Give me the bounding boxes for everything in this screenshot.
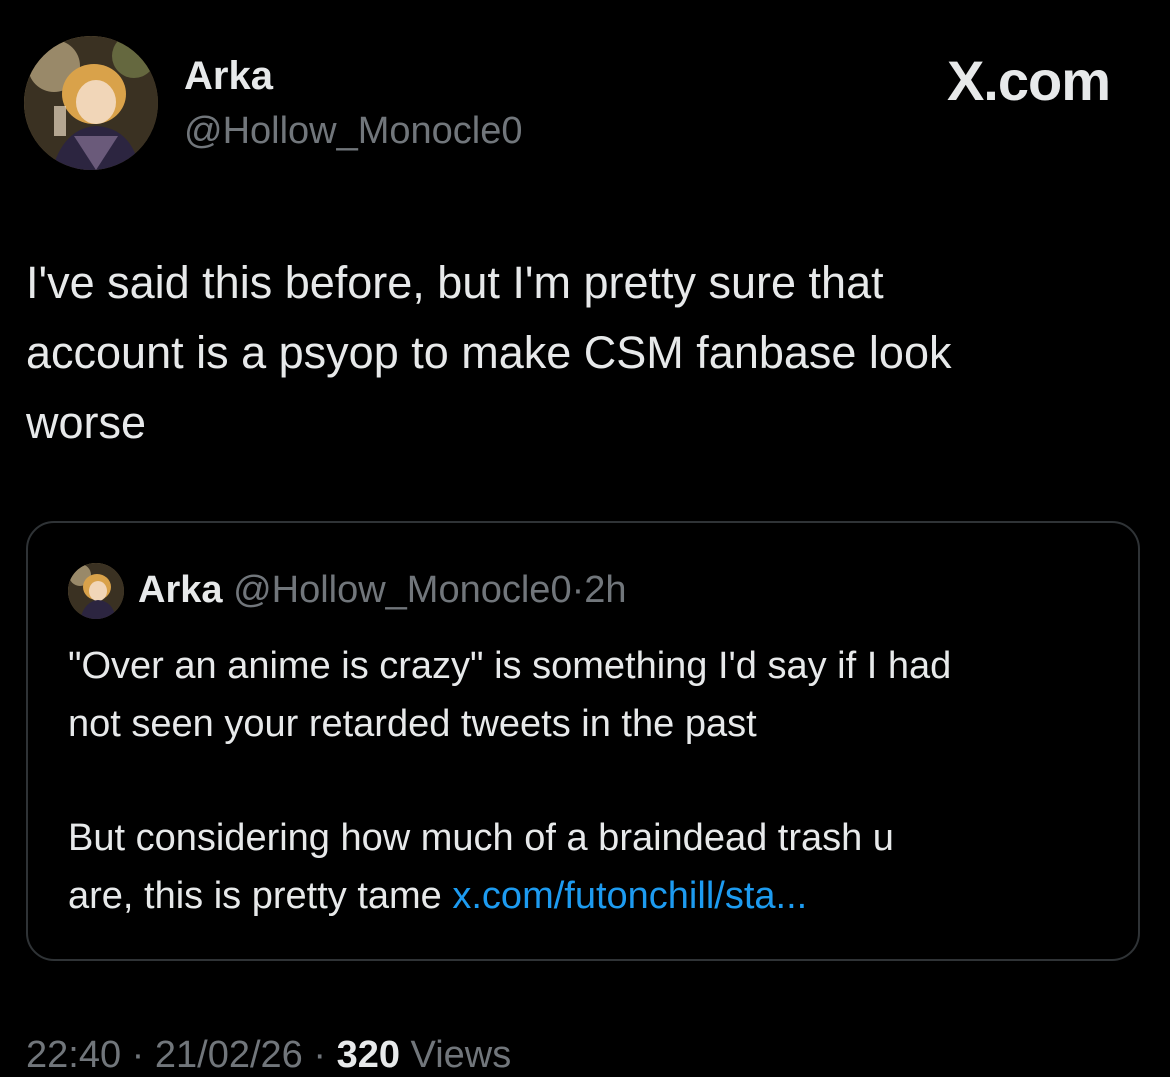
- author-name[interactable]: Arka: [184, 54, 273, 99]
- tweet-text-line: worse: [26, 397, 147, 448]
- author-avatar[interactable]: [24, 36, 158, 170]
- views-count: 320: [336, 1034, 400, 1076]
- quoted-author-handle[interactable]: @Hollow_Monocle0: [233, 569, 572, 611]
- meta-separator: ·: [571, 569, 585, 611]
- quoted-paragraph: "Over an anime is crazy" is something I'…: [68, 637, 1118, 753]
- quoted-text-line: are, this is pretty tame: [68, 875, 453, 917]
- tweet-text: I've said this before, but I'm pretty su…: [26, 248, 1136, 458]
- footer-separator: ·: [131, 1034, 145, 1076]
- tweet-date[interactable]: 21/02/26: [155, 1034, 303, 1076]
- quoted-author-avatar[interactable]: [68, 563, 124, 619]
- footer-separator: ·: [313, 1034, 327, 1076]
- quoted-tweet-link[interactable]: x.com/futonchill/sta...: [452, 875, 807, 917]
- brand-logo: X.com: [946, 49, 1111, 112]
- avatar-image: [24, 36, 158, 170]
- quoted-text-line: But considering how much of a braindead …: [68, 817, 894, 859]
- quoted-author-name[interactable]: Arka: [138, 569, 223, 611]
- views-label: Views: [410, 1034, 512, 1076]
- quoted-tweet-meta: Arka @Hollow_Monocle0·2h: [138, 569, 627, 612]
- tweet-header: Arka @Hollow_Monocle0 X.com: [24, 36, 1146, 176]
- tweet-text-line: account is a psyop to make CSM fanbase l…: [26, 327, 952, 378]
- quoted-text-line: "Over an anime is crazy" is something I'…: [68, 645, 952, 687]
- quoted-tweet-time[interactable]: 2h: [584, 569, 626, 611]
- tweet-footer: 22:40 · 21/02/26 · 320 Views: [26, 1034, 511, 1077]
- author-handle[interactable]: @Hollow_Monocle0: [184, 110, 523, 153]
- quoted-tweet-card[interactable]: Arka @Hollow_Monocle0·2h "Over an anime …: [26, 521, 1140, 961]
- avatar-image: [68, 563, 124, 619]
- tweet-timestamp[interactable]: 22:40: [26, 1034, 121, 1076]
- quoted-tweet-text: "Over an anime is crazy" is something I'…: [68, 637, 1118, 925]
- tweet-text-line: I've said this before, but I'm pretty su…: [26, 257, 884, 308]
- quoted-text-line: not seen your retarded tweets in the pas…: [68, 703, 757, 745]
- quoted-paragraph: But considering how much of a braindead …: [68, 809, 1118, 925]
